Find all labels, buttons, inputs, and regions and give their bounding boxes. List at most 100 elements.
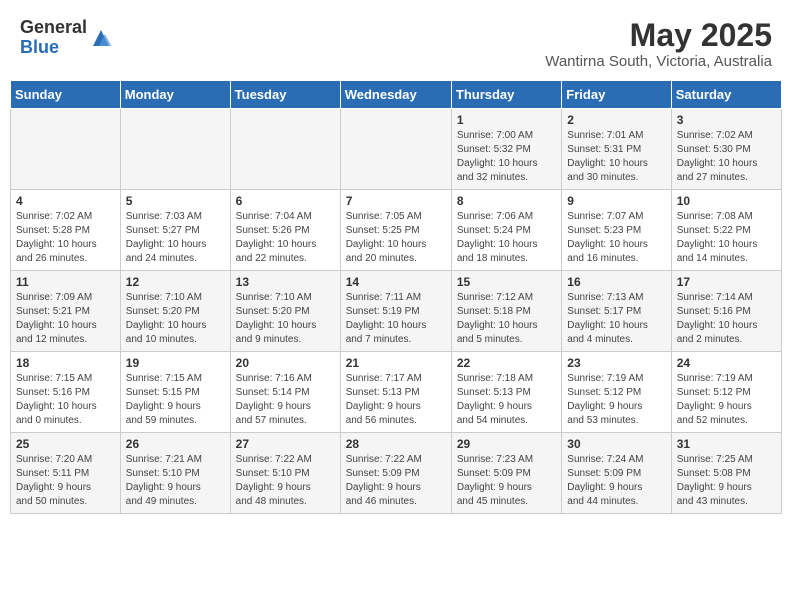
- logo-icon: [89, 26, 113, 50]
- calendar-cell: 16 Sunrise: 7:13 AM Sunset: 5:17 PM Dayli…: [562, 271, 671, 352]
- day-info: Sunrise: 7:23 AM Sunset: 5:09 PM Dayligh…: [457, 453, 556, 509]
- day-number: 29: [457, 437, 556, 451]
- day-number: 23: [567, 356, 665, 370]
- calendar-week-row: 25 Sunrise: 7:20 AM Sunset: 5:11 PM Dayli…: [11, 433, 782, 514]
- day-number: 3: [677, 113, 776, 127]
- page-header: General Blue May 2025 Wantirna South, Vi…: [10, 10, 782, 74]
- calendar-cell: 19 Sunrise: 7:15 AM Sunset: 5:15 PM Dayli…: [120, 352, 230, 433]
- calendar-header-row: SundayMondayTuesdayWednesdayThursdayFrid…: [11, 81, 782, 109]
- day-number: 26: [126, 437, 225, 451]
- month-title: May 2025: [545, 18, 772, 53]
- header-cell-tuesday: Tuesday: [230, 81, 340, 109]
- calendar-cell: 5 Sunrise: 7:03 AM Sunset: 5:27 PM Daylig…: [120, 190, 230, 271]
- calendar-cell: 8 Sunrise: 7:06 AM Sunset: 5:24 PM Daylig…: [451, 190, 561, 271]
- day-info: Sunrise: 7:00 AM Sunset: 5:32 PM Dayligh…: [457, 129, 556, 185]
- day-number: 15: [457, 275, 556, 289]
- calendar-cell: 14Sunrise: 7:11 AM Sunset: 5:19 PM Dayli…: [340, 271, 451, 352]
- calendar-cell: 21Sunrise: 7:17 AM Sunset: 5:13 PM Dayli…: [340, 352, 451, 433]
- day-number: 14: [346, 275, 446, 289]
- day-number: 6: [236, 194, 335, 208]
- calendar-cell: 4 Sunrise: 7:02 AM Sunset: 5:28 PM Daylig…: [11, 190, 121, 271]
- day-info: Sunrise: 7:03 AM Sunset: 5:27 PM Dayligh…: [126, 210, 225, 266]
- calendar-cell: 15 Sunrise: 7:12 AM Sunset: 5:18 PM Dayli…: [451, 271, 561, 352]
- calendar-week-row: 1 Sunrise: 7:00 AM Sunset: 5:32 PM Daylig…: [11, 109, 782, 190]
- calendar-cell: [11, 109, 121, 190]
- day-info: Sunrise: 7:24 AM Sunset: 5:09 PM Dayligh…: [567, 453, 665, 509]
- day-info: Sunrise: 7:01 AM Sunset: 5:31 PM Dayligh…: [567, 129, 665, 185]
- calendar-cell: 18 Sunrise: 7:15 AM Sunset: 5:16 PM Dayli…: [11, 352, 121, 433]
- day-info: Sunrise: 7:12 AM Sunset: 5:18 PM Dayligh…: [457, 291, 556, 347]
- header-cell-sunday: Sunday: [11, 81, 121, 109]
- day-info: Sunrise: 7:02 AM Sunset: 5:30 PM Dayligh…: [677, 129, 776, 185]
- day-number: 22: [457, 356, 556, 370]
- day-info: Sunrise: 7:04 AM Sunset: 5:26 PM Dayligh…: [236, 210, 335, 266]
- calendar-cell: 31 Sunrise: 7:25 AM Sunset: 5:08 PM Dayli…: [671, 433, 781, 514]
- day-number: 27: [236, 437, 335, 451]
- calendar-cell: 29 Sunrise: 7:23 AM Sunset: 5:09 PM Dayli…: [451, 433, 561, 514]
- calendar-cell: 11 Sunrise: 7:09 AM Sunset: 5:21 PM Dayli…: [11, 271, 121, 352]
- day-number: 4: [16, 194, 115, 208]
- calendar-cell: 23Sunrise: 7:19 AM Sunset: 5:12 PM Dayli…: [562, 352, 671, 433]
- day-info: Sunrise: 7:13 AM Sunset: 5:17 PM Dayligh…: [567, 291, 665, 347]
- day-number: 20: [236, 356, 335, 370]
- day-number: 2: [567, 113, 665, 127]
- day-number: 13: [236, 275, 335, 289]
- calendar-cell: [340, 109, 451, 190]
- calendar-cell: 2 Sunrise: 7:01 AM Sunset: 5:31 PM Daylig…: [562, 109, 671, 190]
- day-number: 19: [126, 356, 225, 370]
- day-info: Sunrise: 7:21 AM Sunset: 5:10 PM Dayligh…: [126, 453, 225, 509]
- calendar-cell: 30 Sunrise: 7:24 AM Sunset: 5:09 PM Dayli…: [562, 433, 671, 514]
- calendar-cell: 7Sunrise: 7:05 AM Sunset: 5:25 PM Daylig…: [340, 190, 451, 271]
- day-number: 25: [16, 437, 115, 451]
- logo: General Blue: [20, 18, 113, 58]
- day-number: 31: [677, 437, 776, 451]
- day-info: Sunrise: 7:22 AM Sunset: 5:10 PM Dayligh…: [236, 453, 335, 509]
- day-number: 24: [677, 356, 776, 370]
- day-number: 9: [567, 194, 665, 208]
- header-cell-wednesday: Wednesday: [340, 81, 451, 109]
- calendar-cell: 26 Sunrise: 7:21 AM Sunset: 5:10 PM Dayli…: [120, 433, 230, 514]
- day-info: Sunrise: 7:07 AM Sunset: 5:23 PM Dayligh…: [567, 210, 665, 266]
- day-number: 8: [457, 194, 556, 208]
- header-cell-thursday: Thursday: [451, 81, 561, 109]
- day-number: 12: [126, 275, 225, 289]
- day-number: 28: [346, 437, 446, 451]
- day-info: Sunrise: 7:09 AM Sunset: 5:21 PM Dayligh…: [16, 291, 115, 347]
- day-info: Sunrise: 7:15 AM Sunset: 5:15 PM Dayligh…: [126, 372, 225, 428]
- day-info: Sunrise: 7:20 AM Sunset: 5:11 PM Dayligh…: [16, 453, 115, 509]
- calendar-cell: 9 Sunrise: 7:07 AM Sunset: 5:23 PM Daylig…: [562, 190, 671, 271]
- day-info: Sunrise: 7:08 AM Sunset: 5:22 PM Dayligh…: [677, 210, 776, 266]
- day-number: 18: [16, 356, 115, 370]
- day-info: Sunrise: 7:06 AM Sunset: 5:24 PM Dayligh…: [457, 210, 556, 266]
- day-info: Sunrise: 7:15 AM Sunset: 5:16 PM Dayligh…: [16, 372, 115, 428]
- calendar-cell: 1 Sunrise: 7:00 AM Sunset: 5:32 PM Daylig…: [451, 109, 561, 190]
- day-info: Sunrise: 7:25 AM Sunset: 5:08 PM Dayligh…: [677, 453, 776, 509]
- calendar-week-row: 11 Sunrise: 7:09 AM Sunset: 5:21 PM Dayli…: [11, 271, 782, 352]
- calendar-week-row: 18 Sunrise: 7:15 AM Sunset: 5:16 PM Dayli…: [11, 352, 782, 433]
- calendar-cell: [120, 109, 230, 190]
- logo-general: General: [20, 18, 87, 38]
- day-number: 1: [457, 113, 556, 127]
- calendar-cell: 25 Sunrise: 7:20 AM Sunset: 5:11 PM Dayli…: [11, 433, 121, 514]
- calendar-cell: 12 Sunrise: 7:10 AM Sunset: 5:20 PM Dayli…: [120, 271, 230, 352]
- calendar-cell: 24Sunrise: 7:19 AM Sunset: 5:12 PM Dayli…: [671, 352, 781, 433]
- day-number: 16: [567, 275, 665, 289]
- calendar-cell: 28Sunrise: 7:22 AM Sunset: 5:09 PM Dayli…: [340, 433, 451, 514]
- day-info: Sunrise: 7:10 AM Sunset: 5:20 PM Dayligh…: [236, 291, 335, 347]
- title-block: May 2025 Wantirna South, Victoria, Austr…: [545, 18, 772, 70]
- day-number: 30: [567, 437, 665, 451]
- calendar-cell: 6 Sunrise: 7:04 AM Sunset: 5:26 PM Daylig…: [230, 190, 340, 271]
- calendar-cell: 3 Sunrise: 7:02 AM Sunset: 5:30 PM Daylig…: [671, 109, 781, 190]
- day-info: Sunrise: 7:10 AM Sunset: 5:20 PM Dayligh…: [126, 291, 225, 347]
- calendar-table: SundayMondayTuesdayWednesdayThursdayFrid…: [10, 80, 782, 514]
- day-number: 5: [126, 194, 225, 208]
- calendar-cell: 27 Sunrise: 7:22 AM Sunset: 5:10 PM Dayli…: [230, 433, 340, 514]
- day-info: Sunrise: 7:05 AM Sunset: 5:25 PM Dayligh…: [346, 210, 446, 266]
- day-info: Sunrise: 7:02 AM Sunset: 5:28 PM Dayligh…: [16, 210, 115, 266]
- day-number: 17: [677, 275, 776, 289]
- header-cell-friday: Friday: [562, 81, 671, 109]
- calendar-cell: 17Sunrise: 7:14 AM Sunset: 5:16 PM Dayli…: [671, 271, 781, 352]
- day-number: 11: [16, 275, 115, 289]
- header-cell-monday: Monday: [120, 81, 230, 109]
- calendar-cell: 13 Sunrise: 7:10 AM Sunset: 5:20 PM Dayli…: [230, 271, 340, 352]
